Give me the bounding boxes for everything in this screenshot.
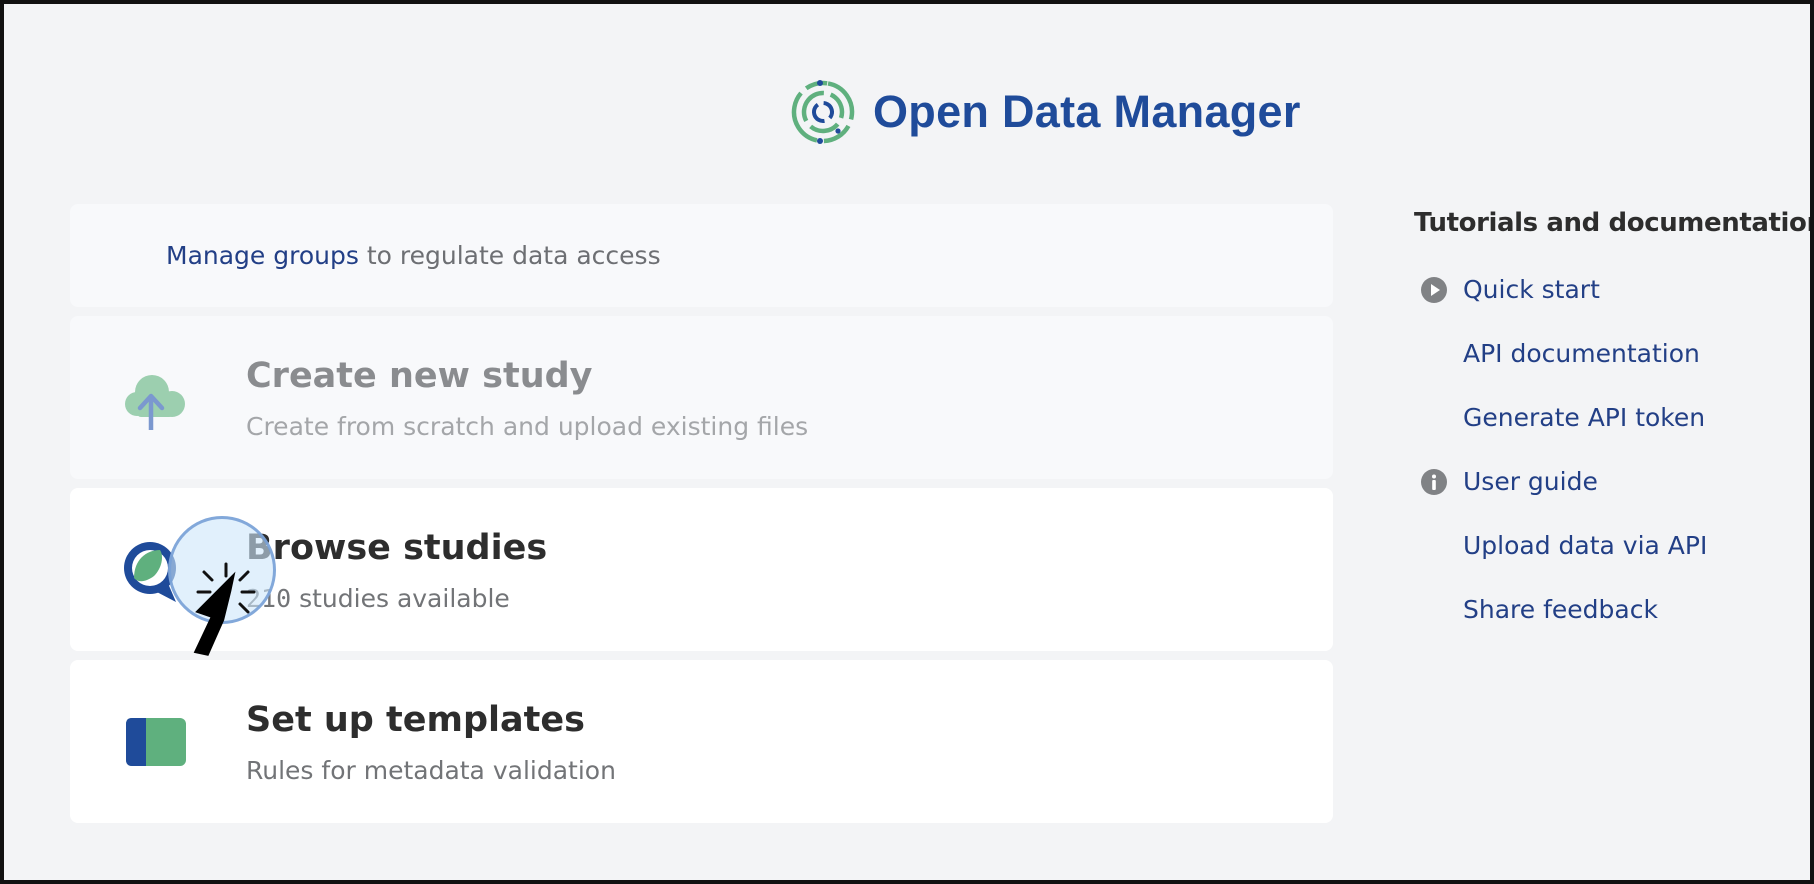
- share-feedback-label: Share feedback: [1463, 595, 1658, 624]
- share-feedback-link[interactable]: Share feedback: [1414, 578, 1810, 642]
- cloud-upload-icon: [125, 375, 185, 430]
- create-new-study-card[interactable]: Create new study Create from scratch and…: [70, 316, 1333, 479]
- upload-data-via-api-link[interactable]: Upload data via API: [1414, 514, 1810, 578]
- browse-studies-title: Browse studies: [246, 528, 548, 568]
- template-icon: [126, 718, 186, 766]
- manage-groups-text: Manage groups to regulate data access: [166, 241, 661, 270]
- generate-api-token-label: Generate API token: [1463, 403, 1706, 432]
- app-window: Open Data Manager Manage groups to regul…: [0, 0, 1814, 884]
- create-new-study-title: Create new study: [246, 356, 593, 396]
- tutorials-heading: Tutorials and documentation: [1414, 208, 1814, 238]
- search-icon: [124, 542, 176, 602]
- api-documentation-link[interactable]: API documentation: [1414, 322, 1810, 386]
- set-up-templates-title: Set up templates: [246, 700, 585, 740]
- browse-studies-card[interactable]: Browse studies 210 studies available: [70, 488, 1333, 651]
- user-guide-link[interactable]: User guide: [1414, 450, 1810, 514]
- app-title: Open Data Manager: [873, 86, 1301, 137]
- set-up-templates-card[interactable]: Set up templates Rules for metadata vali…: [70, 660, 1333, 823]
- browse-studies-subtitle: 210 studies available: [246, 584, 510, 613]
- upload-data-via-api-label: Upload data via API: [1463, 531, 1708, 560]
- play-circle-icon: [1421, 277, 1447, 303]
- open-data-manager-logo-icon: [791, 80, 855, 144]
- quick-start-link[interactable]: Quick start: [1414, 258, 1810, 322]
- studies-count: 210: [246, 584, 292, 613]
- tutorials-panel: Tutorials and documentation Quick start …: [1414, 208, 1814, 642]
- info-circle-icon: [1421, 469, 1447, 495]
- user-guide-label: User guide: [1463, 467, 1598, 496]
- manage-groups-link[interactable]: Manage groups: [166, 241, 359, 270]
- api-documentation-label: API documentation: [1463, 339, 1700, 368]
- brand-header: Open Data Manager: [790, 78, 1301, 146]
- set-up-templates-subtitle: Rules for metadata validation: [246, 756, 616, 785]
- studies-available-text: studies available: [291, 584, 510, 613]
- generate-api-token-link[interactable]: Generate API token: [1414, 386, 1810, 450]
- manage-groups-description: to regulate data access: [358, 241, 661, 270]
- quick-start-label: Quick start: [1463, 275, 1600, 304]
- create-new-study-subtitle: Create from scratch and upload existing …: [246, 412, 809, 441]
- manage-groups-card: Manage groups to regulate data access: [70, 204, 1333, 307]
